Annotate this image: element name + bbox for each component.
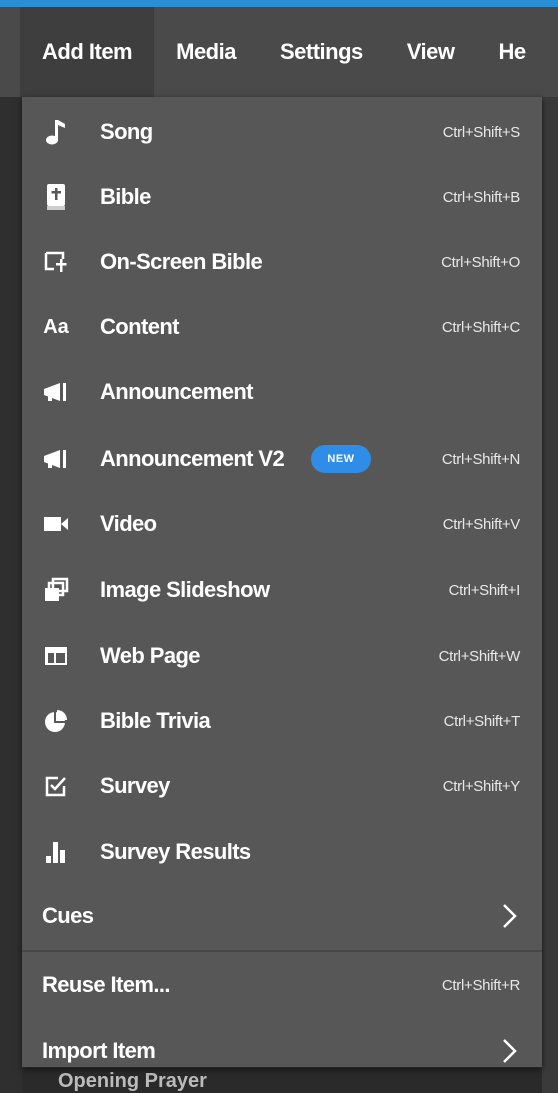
menu-divider xyxy=(22,950,542,952)
menu-item-label: Image Slideshow xyxy=(100,577,270,602)
survey-checkbox-icon xyxy=(40,770,72,802)
menu-item-cues[interactable]: Cues xyxy=(22,884,542,948)
chevron-right-icon xyxy=(503,904,517,928)
background-right-strip xyxy=(542,97,558,1093)
shortcut-text: Ctrl+Shift+R xyxy=(441,976,520,994)
text-aa-icon: Aa xyxy=(43,315,69,338)
menu-item-label: Cues xyxy=(42,903,94,928)
menu-item-label: Song xyxy=(100,119,153,144)
menu-item-label: On-Screen Bible xyxy=(100,249,263,274)
shortcut-text: Ctrl+Shift+C xyxy=(441,318,520,336)
megaphone-icon xyxy=(40,376,72,408)
pie-chart-icon xyxy=(40,705,72,737)
menu-item-label: Bible xyxy=(100,184,151,209)
chevron-right-icon xyxy=(503,1039,517,1063)
shortcut-text: Ctrl+Shift+T xyxy=(443,712,521,730)
menu-item-label: Survey Results xyxy=(100,839,251,864)
menu-item-reuse[interactable]: Reuse Item... Ctrl+Shift+R xyxy=(22,953,542,1017)
menu-item-announcement-v2[interactable]: Announcement V2 NEW Ctrl+Shift+N xyxy=(22,427,542,491)
onscreen-bible-icon xyxy=(40,246,72,278)
shortcut-text: Ctrl+Shift+N xyxy=(441,450,520,468)
bar-chart-icon xyxy=(40,836,72,868)
menu-item-label: Video xyxy=(100,511,157,536)
menu-item-label: Import Item xyxy=(42,1038,156,1063)
menu-add-item[interactable]: Add Item xyxy=(20,7,155,97)
shortcut-text: Ctrl+Shift+I xyxy=(448,581,521,599)
menu-item-web-page[interactable]: Web Page Ctrl+Shift+W xyxy=(22,624,542,688)
menu-item-label: Content xyxy=(100,314,180,339)
menu-item-label: Web Page xyxy=(100,643,201,668)
menu-item-song[interactable]: Song Ctrl+Shift+S xyxy=(22,100,542,164)
web-page-icon xyxy=(40,640,72,672)
menu-item-survey[interactable]: Survey Ctrl+Shift+Y xyxy=(22,754,542,818)
menu-item-announcement[interactable]: Announcement xyxy=(22,360,542,424)
menu-item-image-slideshow[interactable]: Image Slideshow Ctrl+Shift+I xyxy=(22,558,542,622)
menu-item-label: Reuse Item... xyxy=(42,972,171,997)
background-left-strip xyxy=(0,97,22,1093)
menu-item-label: Announcement xyxy=(100,379,254,404)
shortcut-text: Ctrl+Shift+B xyxy=(442,188,521,206)
menu-item-label: Announcement V2 xyxy=(100,446,285,471)
top-accent-line xyxy=(0,0,558,7)
menu-item-on-screen-bible[interactable]: On-Screen Bible Ctrl+Shift+O xyxy=(22,230,542,294)
menu-item-bible[interactable]: Bible Ctrl+Shift+B xyxy=(22,165,542,229)
menu-item-survey-results[interactable]: Survey Results xyxy=(22,820,542,884)
bible-icon xyxy=(40,181,72,213)
shortcut-text: Ctrl+Shift+Y xyxy=(442,777,521,795)
slideshow-icon xyxy=(40,574,72,606)
menu-settings[interactable]: Settings xyxy=(258,7,385,97)
add-item-dropdown: Song Ctrl+Shift+S Bible Ctrl+Shift+B On-… xyxy=(22,97,542,1067)
menu-item-bible-trivia[interactable]: Bible Trivia Ctrl+Shift+T xyxy=(22,689,542,753)
megaphone-icon xyxy=(40,443,72,475)
shortcut-text: Ctrl+Shift+S xyxy=(442,123,521,141)
menu-item-import[interactable]: Import Item xyxy=(22,1019,542,1083)
menu-item-content[interactable]: Aa Content Ctrl+Shift+C xyxy=(22,295,542,359)
menu-item-video[interactable]: Video Ctrl+Shift+V xyxy=(22,492,542,556)
menu-item-label: Bible Trivia xyxy=(100,708,211,733)
shortcut-text: Ctrl+Shift+W xyxy=(438,647,521,665)
video-camera-icon xyxy=(40,508,72,540)
new-badge: NEW xyxy=(311,445,371,473)
menu-media[interactable]: Media xyxy=(154,7,258,97)
menu-view[interactable]: View xyxy=(385,7,477,97)
menu-help[interactable]: He xyxy=(477,7,548,97)
shortcut-text: Ctrl+Shift+V xyxy=(442,515,521,533)
music-note-icon xyxy=(40,116,72,148)
shortcut-text: Ctrl+Shift+O xyxy=(441,253,520,271)
menu-item-label: Survey xyxy=(100,773,170,798)
menu-bar: Add Item Media Settings View He xyxy=(0,7,558,97)
